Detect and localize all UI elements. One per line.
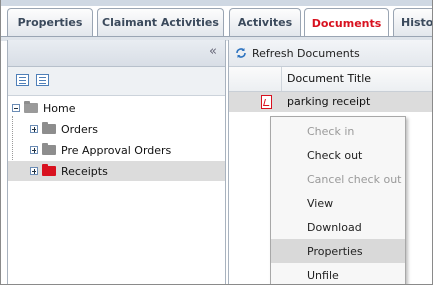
menu-item-check-out[interactable]: Check out [271, 143, 405, 167]
document-title-cell[interactable]: parking receipt [287, 95, 370, 108]
top-strip [1, 0, 432, 6]
tab-claimant-activities[interactable]: Claimant Activities [97, 8, 224, 36]
folder-icon [42, 143, 56, 155]
menu-item-unfile[interactable]: Unfile [271, 263, 405, 284]
menu-item-check-in[interactable]: Check in [271, 119, 405, 143]
column-header-document-title[interactable]: Document Title [287, 72, 371, 85]
tab-documents[interactable]: Documents [304, 8, 389, 38]
tree-item-label: Orders [61, 122, 98, 136]
pdf-file-icon [261, 95, 272, 109]
app-frame: Properties Claimant Activities Activites… [0, 0, 433, 285]
menu-item-cancel-check-out[interactable]: Cancel check out [271, 167, 405, 191]
folder-icon [42, 164, 56, 176]
folder-open-icon [24, 101, 38, 113]
menu-item-properties[interactable]: Properties [271, 239, 405, 263]
menu-item-download[interactable]: Download [271, 215, 405, 239]
tree-item-receipts[interactable]: Receipts [8, 161, 225, 181]
expand-icon[interactable] [30, 167, 38, 175]
context-menu: Check in Check out Cancel check out View… [270, 116, 406, 284]
documents-toolbar: Refresh Documents [229, 40, 432, 67]
tree-item-orders[interactable]: Orders [30, 119, 98, 139]
column-separator [281, 67, 282, 91]
expand-icon[interactable] [30, 125, 38, 133]
tree-item-label: Home [43, 101, 76, 115]
collapse-panel-icon[interactable]: « [209, 44, 217, 59]
documents-column-header: Document Title [229, 67, 432, 92]
expand-icon[interactable] [30, 146, 38, 154]
expand-all-icon[interactable] [16, 74, 29, 86]
tree-item-label: Receipts [61, 164, 108, 178]
folder-icon [42, 122, 56, 134]
collapse-icon[interactable] [12, 104, 20, 112]
folder-panel-header: « [8, 40, 225, 67]
folder-panel: « Home Orders Pre Approval Orders Receip… [7, 40, 226, 284]
menu-item-view[interactable]: View [271, 191, 405, 215]
tab-activites[interactable]: Activites [229, 8, 301, 36]
tree-item-pre-approval-orders[interactable]: Pre Approval Orders [30, 140, 171, 160]
tab-properties[interactable]: Properties [7, 8, 93, 36]
folder-toolbar [8, 67, 225, 96]
table-row[interactable]: parking receipt [229, 92, 432, 112]
list-view-icon[interactable] [36, 74, 49, 86]
tree-item-home[interactable]: Home [12, 98, 75, 118]
refresh-icon[interactable] [235, 47, 247, 59]
tab-history[interactable]: Histo [393, 8, 432, 36]
tree-item-label: Pre Approval Orders [61, 143, 172, 157]
refresh-documents-button[interactable]: Refresh Documents [252, 47, 360, 60]
